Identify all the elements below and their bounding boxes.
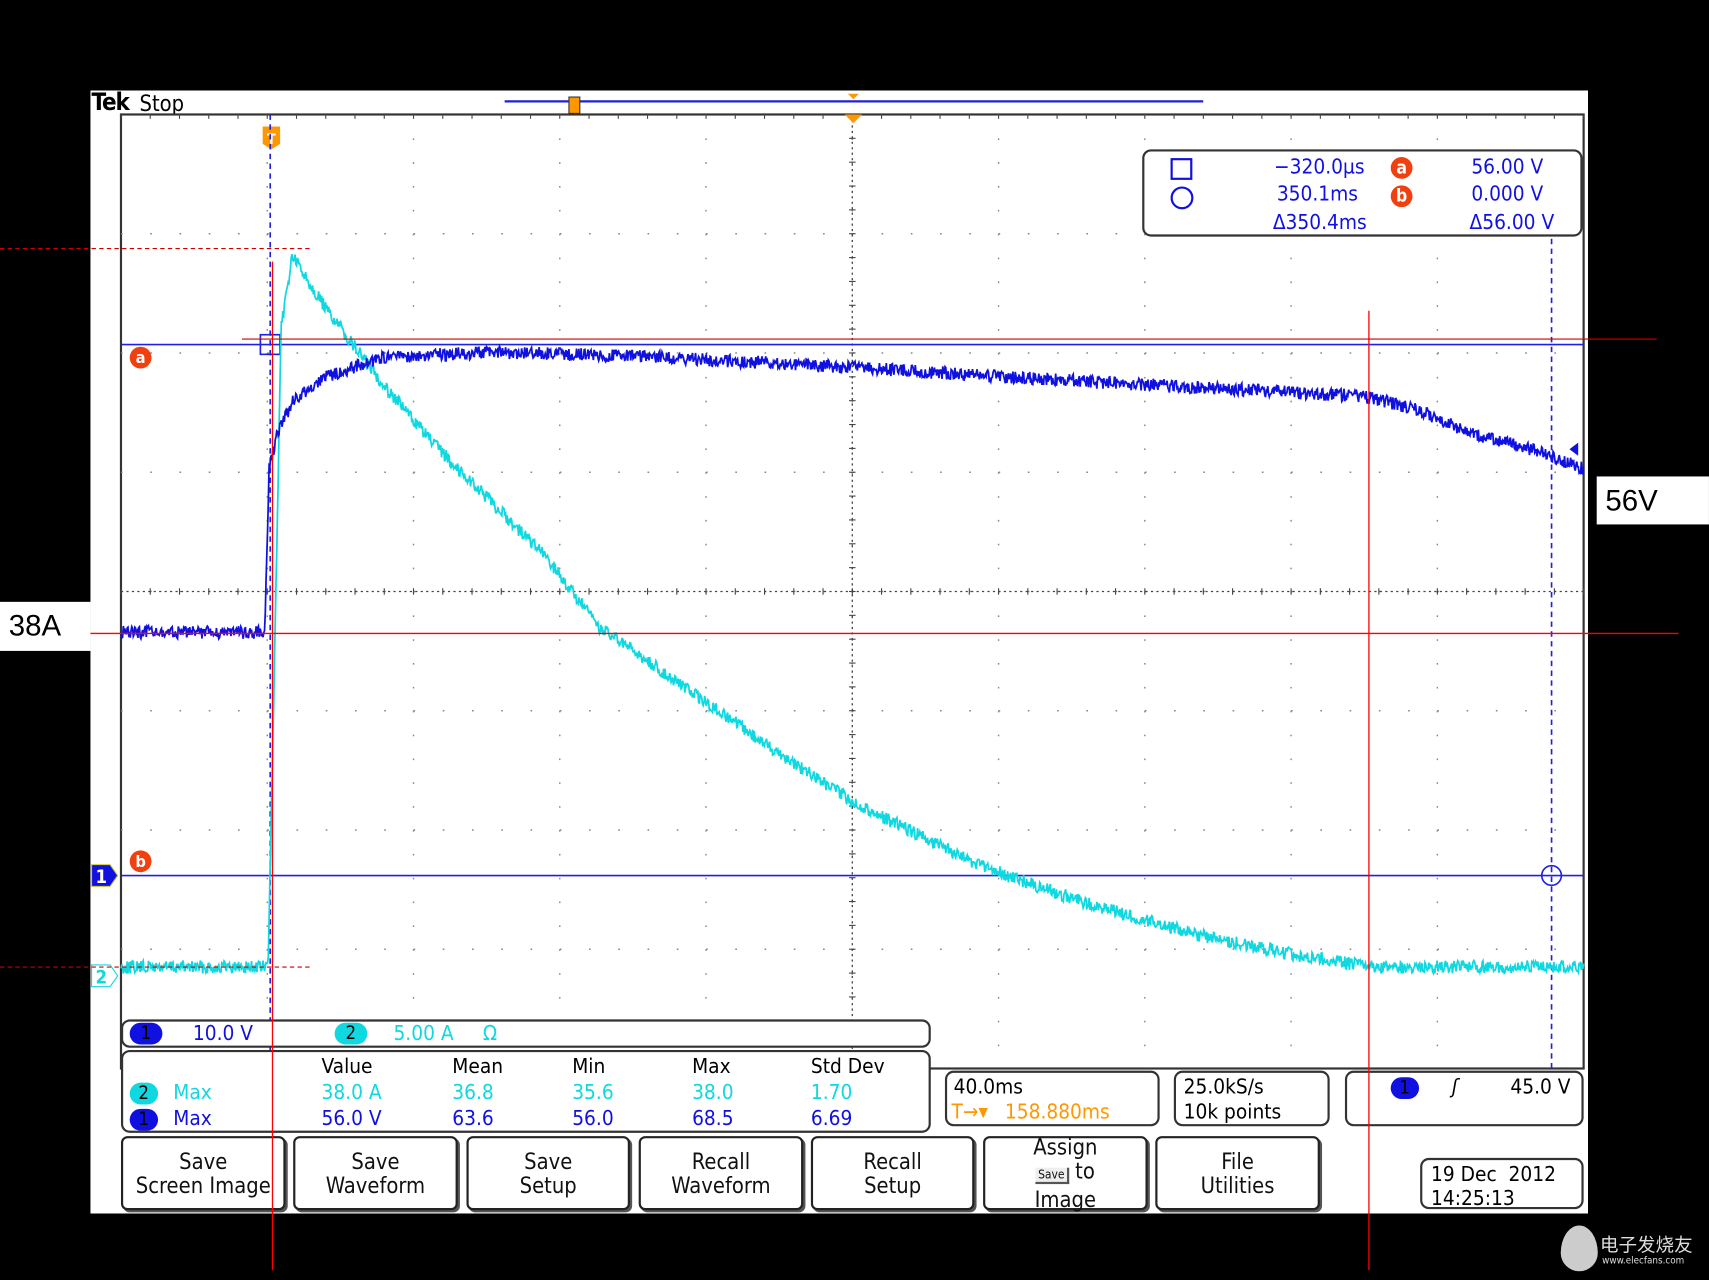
watermark-logo-icon — [1560, 1225, 1598, 1272]
annotation-overlay — [0, 248, 1679, 1271]
oscilloscope-screenshot: Tek Stop Tab12 −320.0µs 350.1ms Δ350.4ms… — [0, 0, 1709, 1280]
watermark-name: 电子发烧友 — [1599, 1235, 1693, 1258]
watermark-url: www.elecfans.com — [1602, 1256, 1685, 1267]
